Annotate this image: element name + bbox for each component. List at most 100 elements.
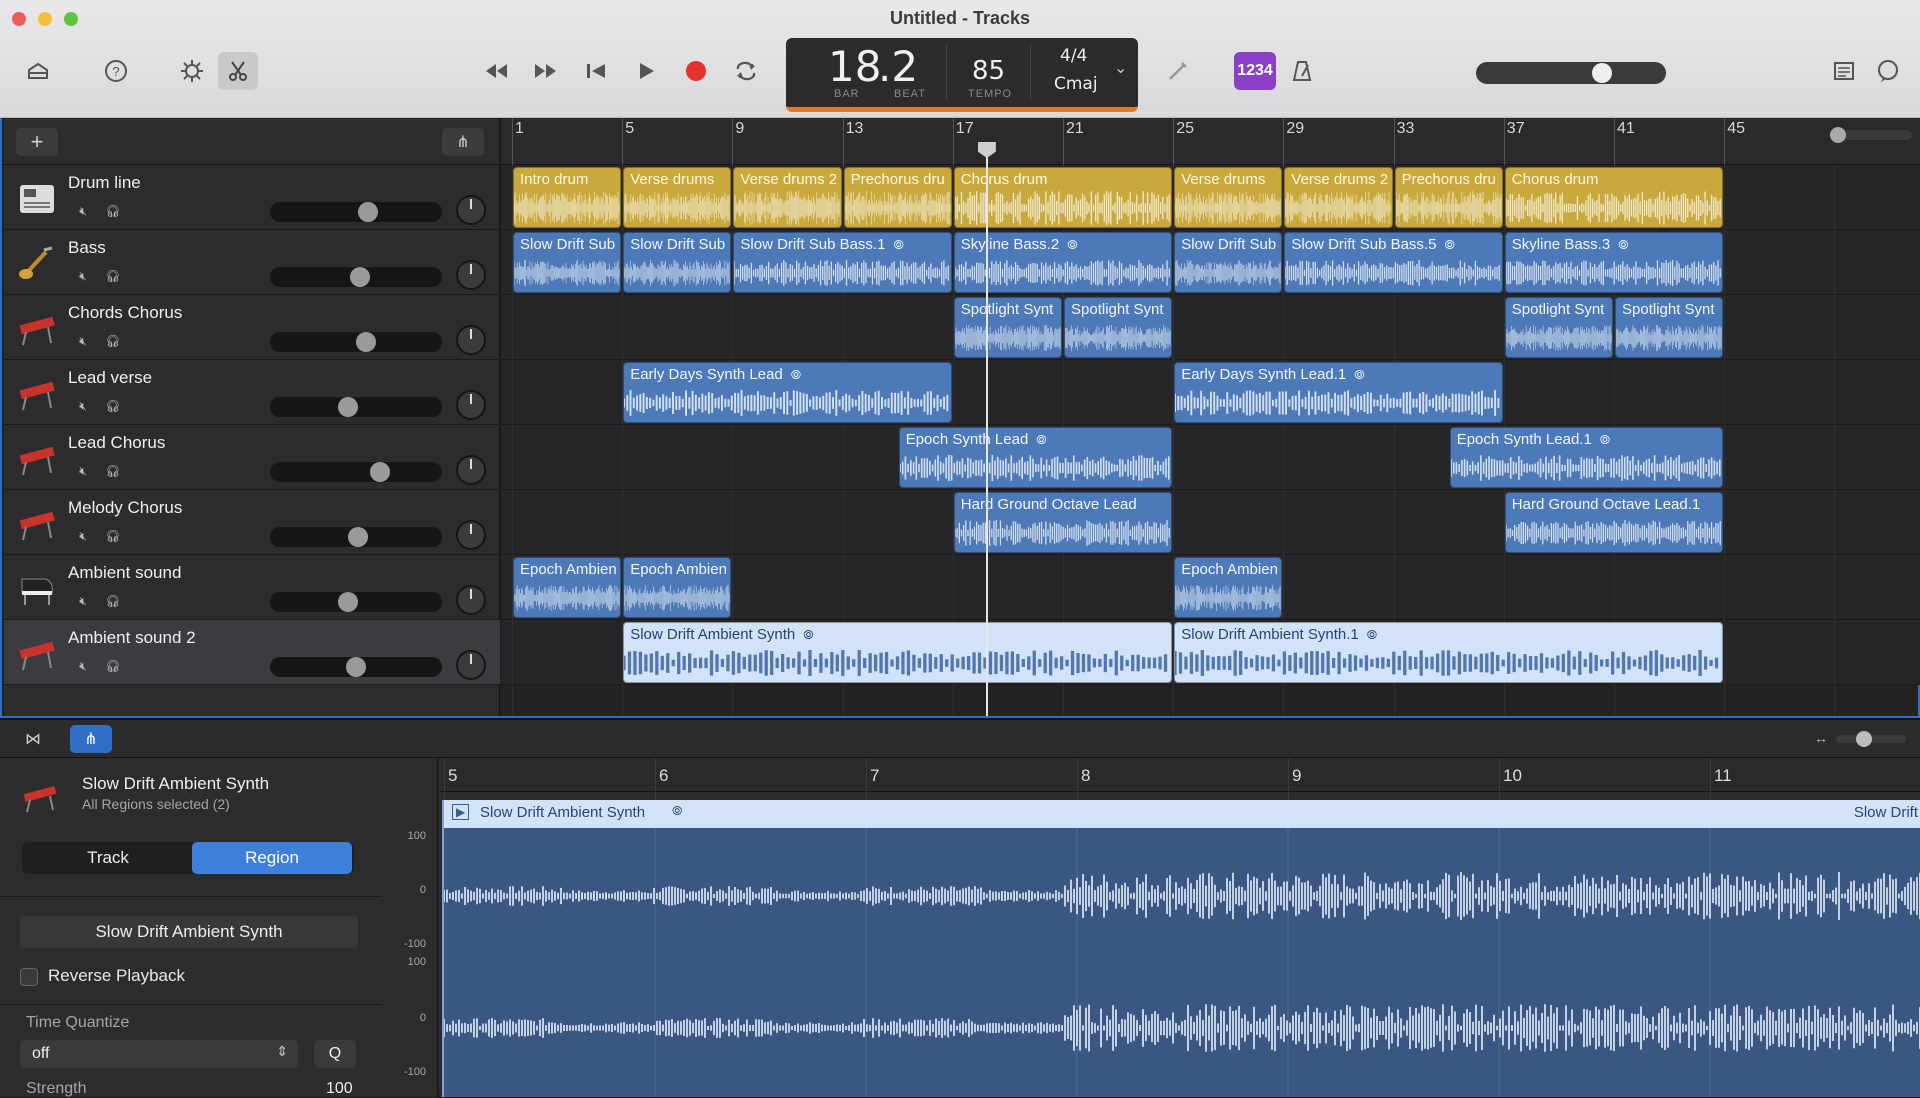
region[interactable]: Verse drums 2	[1284, 167, 1393, 228]
region[interactable]: Intro drum	[513, 167, 622, 228]
pan-knob[interactable]	[456, 520, 486, 550]
reverse-playback-checkbox[interactable]	[20, 968, 38, 986]
region[interactable]: Prechorus dru	[1394, 167, 1503, 228]
mute-icon[interactable]: 🔇︎	[70, 461, 96, 481]
track-header[interactable]: Chords Chorus 🔇︎ 🎧︎	[4, 295, 500, 360]
region[interactable]: Skyline Bass.3 ⦾	[1504, 232, 1724, 293]
editor-region[interactable]: ▶ Slow Drift Ambient Synth ⦾ Slow Drift	[442, 800, 1920, 1097]
mute-icon[interactable]: 🔇︎	[70, 201, 96, 221]
pan-knob[interactable]	[456, 455, 486, 485]
headphones-icon[interactable]: 🎧︎	[100, 396, 126, 416]
volume-slider[interactable]	[270, 527, 442, 547]
play-region-icon[interactable]: ▶	[452, 804, 470, 820]
smart-controls-icon[interactable]	[172, 52, 212, 90]
region[interactable]: Slow Drift Ambient Synth ⦾	[623, 622, 1173, 683]
fast-forward-icon[interactable]	[526, 52, 566, 90]
volume-slider[interactable]	[270, 332, 442, 352]
region[interactable]: Verse drums	[623, 167, 732, 228]
help-icon[interactable]: ?	[96, 52, 136, 90]
pan-knob[interactable]	[456, 650, 486, 680]
region[interactable]: Slow Drift Sub	[1174, 232, 1283, 293]
pan-knob[interactable]	[456, 260, 486, 290]
tab-region[interactable]: Region	[192, 842, 352, 874]
pan-knob[interactable]	[456, 585, 486, 615]
region[interactable]: Slow Drift Sub	[513, 232, 622, 293]
strength-value[interactable]: 100	[326, 1080, 353, 1098]
play-icon[interactable]	[626, 52, 666, 90]
region[interactable]: Verse drums 2	[733, 167, 842, 228]
region[interactable]: Spotlight Synt	[1504, 297, 1613, 358]
track-header[interactable]: Drum line 🔇︎ 🎧︎	[4, 165, 500, 230]
region[interactable]: Early Days Synth Lead ⦾	[623, 362, 952, 423]
track-header[interactable]: Lead verse 🔇︎ 🎧︎	[4, 360, 500, 425]
region-name-field[interactable]: Slow Drift Ambient Synth	[20, 916, 358, 948]
edit-mode-icon[interactable]: ⋈	[12, 725, 54, 753]
headphones-icon[interactable]: 🎧︎	[100, 331, 126, 351]
region[interactable]: Prechorus dru	[843, 167, 952, 228]
chevron-down-icon[interactable]: ⌄	[1114, 58, 1127, 78]
region[interactable]: Slow Drift Ambient Synth.1 ⦾	[1174, 622, 1724, 683]
track-header[interactable]: Bass 🔇︎ 🎧︎	[4, 230, 500, 295]
track-header[interactable]: Melody Chorus 🔇︎ 🎧︎	[4, 490, 500, 555]
region[interactable]: Slow Drift Sub Bass.1 ⦾	[733, 232, 952, 293]
region[interactable]: Spotlight Synt	[1615, 297, 1724, 358]
region[interactable]: Hard Ground Octave Lead.1	[1504, 492, 1724, 553]
mute-icon[interactable]: 🔇︎	[70, 526, 96, 546]
mute-icon[interactable]: 🔇︎	[70, 656, 96, 676]
count-in-button[interactable]: 1234	[1234, 52, 1276, 90]
mute-icon[interactable]: 🔇︎	[70, 591, 96, 611]
go-to-beginning-icon[interactable]	[576, 52, 616, 90]
metronome-icon[interactable]	[1282, 52, 1322, 90]
volume-slider[interactable]	[270, 397, 442, 417]
lcd-display[interactable]: 18 .2 BAR BEAT 85 TEMPO 4/4 Cmaj ⌄	[786, 38, 1138, 112]
track-header[interactable]: Lead Chorus 🔇︎ 🎧︎	[4, 425, 500, 490]
catch-playhead-icon[interactable]: ⋔	[442, 128, 484, 156]
headphones-icon[interactable]: 🎧︎	[100, 266, 126, 286]
volume-slider[interactable]	[270, 202, 442, 222]
rewind-icon[interactable]	[476, 52, 516, 90]
time-quantize-select[interactable]: off ⇕	[20, 1040, 298, 1068]
master-volume-slider[interactable]	[1476, 62, 1666, 84]
editors-scissors-icon[interactable]	[218, 52, 258, 90]
mute-icon[interactable]: 🔇︎	[70, 331, 96, 351]
timeline[interactable]: 1 5 9 13 17 21 25 29 33 37 41 45 Intro drum Verse dr…	[502, 118, 1920, 716]
track-zoom-slider[interactable]	[1830, 127, 1912, 143]
region[interactable]: Spotlight Synt	[953, 297, 1062, 358]
region[interactable]: Spotlight Synt	[1064, 297, 1173, 358]
pan-knob[interactable]	[456, 325, 486, 355]
tab-track[interactable]: Track	[28, 842, 188, 874]
pan-knob[interactable]	[456, 195, 486, 225]
volume-slider[interactable]	[270, 267, 442, 287]
tuner-icon[interactable]	[1158, 52, 1198, 90]
headphones-icon[interactable]: 🎧︎	[100, 591, 126, 611]
ruler[interactable]: 1 5 9 13 17 21 25 29 33 37 41 45	[502, 118, 1920, 165]
region[interactable]: Verse drums	[1174, 167, 1283, 228]
region[interactable]: Chorus drum	[1504, 167, 1724, 228]
track-header[interactable]: Ambient sound 2 🔇︎ 🎧︎	[4, 620, 500, 685]
headphones-icon[interactable]: 🎧︎	[100, 461, 126, 481]
cycle-icon[interactable]	[726, 52, 766, 90]
headphones-icon[interactable]: 🎧︎	[100, 201, 126, 221]
library-icon[interactable]	[18, 52, 58, 90]
mute-icon[interactable]: 🔇︎	[70, 396, 96, 416]
catch-playhead-editor-icon[interactable]: ⋔	[70, 725, 112, 753]
track-header[interactable]: Ambient sound 🔇︎ 🎧︎	[4, 555, 500, 620]
volume-slider[interactable]	[270, 462, 442, 482]
record-icon[interactable]	[676, 52, 716, 90]
region[interactable]: Slow Drift Sub	[623, 232, 732, 293]
pan-knob[interactable]	[456, 390, 486, 420]
playhead[interactable]	[985, 146, 988, 716]
headphones-icon[interactable]: 🎧︎	[100, 656, 126, 676]
region[interactable]: Epoch Synth Lead.1 ⦾	[1449, 427, 1724, 488]
region[interactable]: Slow Drift Sub Bass.5 ⦾	[1284, 232, 1503, 293]
region[interactable]: Epoch Ambien	[513, 557, 622, 618]
editor-region-header[interactable]: ▶ Slow Drift Ambient Synth ⦾ Slow Drift	[444, 800, 1920, 828]
editor-zoom-slider[interactable]	[1836, 731, 1906, 747]
region[interactable]: Early Days Synth Lead.1 ⦾	[1174, 362, 1503, 423]
mute-icon[interactable]: 🔇︎	[70, 266, 96, 286]
add-track-button[interactable]: +	[16, 128, 58, 156]
quantize-button[interactable]: Q	[314, 1040, 356, 1068]
headphones-icon[interactable]: 🎧︎	[100, 526, 126, 546]
volume-slider[interactable]	[270, 592, 442, 612]
loop-browser-icon[interactable]	[1868, 52, 1908, 90]
